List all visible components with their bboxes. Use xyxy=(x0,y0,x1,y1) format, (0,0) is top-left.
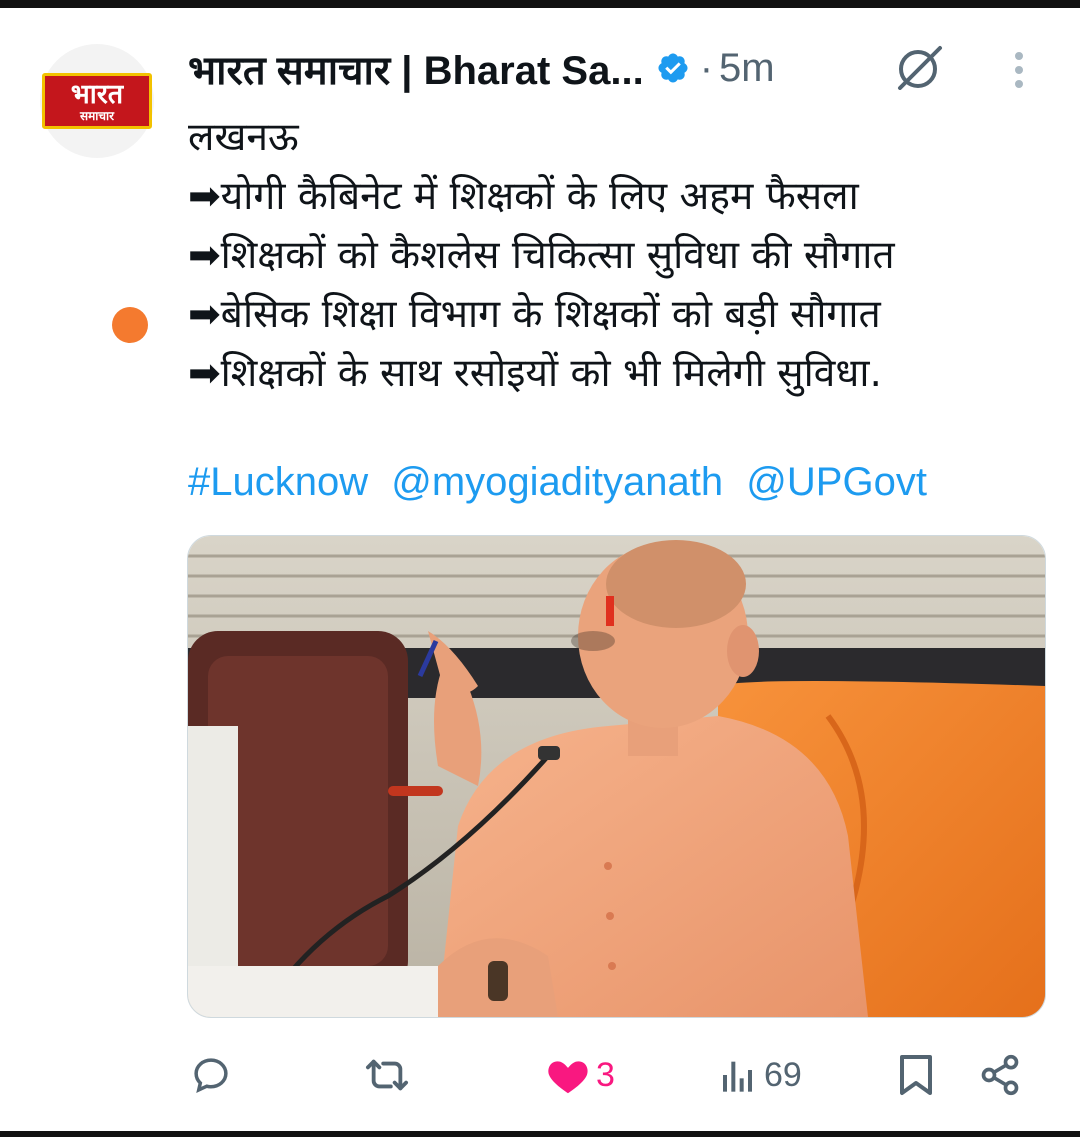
post-links: #Lucknow @myogiadityanath @UPGovt xyxy=(188,460,939,505)
hashtag-link[interactable]: #Lucknow xyxy=(188,460,368,504)
bharat-samachar-logo: भारत समाचार xyxy=(42,73,152,129)
post-line: ➡योगी कैबिनेट में शिक्षकों के लिए अहम फै… xyxy=(188,174,859,219)
post-text: लखनऊ ➡योगी कैबिनेट में शिक्षकों के लिए अ… xyxy=(188,108,1048,403)
post-line: ➡शिक्षकों को कैशलेस चिकित्सा सुविधा की स… xyxy=(188,233,895,278)
logo-top-text: भारत xyxy=(70,78,124,110)
post-line: ➡शिक्षकों के साथ रसोइयों को भी मिलेगी सु… xyxy=(188,351,882,396)
bottom-edge-bar xyxy=(0,1131,1080,1137)
views-button[interactable]: 69 xyxy=(718,1050,802,1100)
action-bar: 3 69 xyxy=(0,1040,1080,1110)
bookmark-button[interactable] xyxy=(898,1050,934,1100)
verified-badge-icon xyxy=(658,53,688,83)
post-line: ➡बेसिक शिक्षा विभाग के शिक्षकों को बड़ी … xyxy=(188,292,881,337)
meeting-photo xyxy=(188,536,1045,1017)
logo-bottom-text: समाचार xyxy=(79,108,115,123)
timestamp[interactable]: 5m xyxy=(719,46,775,91)
separator-dot: · xyxy=(699,45,714,90)
repost-button[interactable] xyxy=(364,1050,410,1100)
like-count: 3 xyxy=(596,1055,615,1094)
grok-icon[interactable] xyxy=(894,44,946,90)
more-options-icon[interactable] xyxy=(1008,50,1030,90)
status-dot xyxy=(112,307,148,343)
avatar[interactable]: भारत समाचार xyxy=(40,44,154,158)
views-icon xyxy=(723,1061,752,1092)
views-count: 69 xyxy=(764,1055,802,1094)
like-button[interactable]: 3 xyxy=(546,1050,615,1100)
post-line-location: लखनऊ xyxy=(188,115,299,160)
mention-link[interactable]: @UPGovt xyxy=(746,460,927,504)
top-edge-bar xyxy=(0,0,1080,8)
heart-filled-icon xyxy=(548,1061,588,1094)
mention-link[interactable]: @myogiadityanath xyxy=(391,460,723,504)
bookmark-icon xyxy=(900,1055,932,1095)
reply-icon xyxy=(194,1058,228,1093)
display-name[interactable]: भारत समाचार | Bharat Sa... xyxy=(188,41,644,96)
repost-icon xyxy=(365,1059,408,1091)
share-button[interactable] xyxy=(978,1050,1022,1100)
share-icon xyxy=(981,1054,1019,1096)
post-image[interactable] xyxy=(187,535,1046,1018)
reply-button[interactable] xyxy=(190,1050,232,1100)
